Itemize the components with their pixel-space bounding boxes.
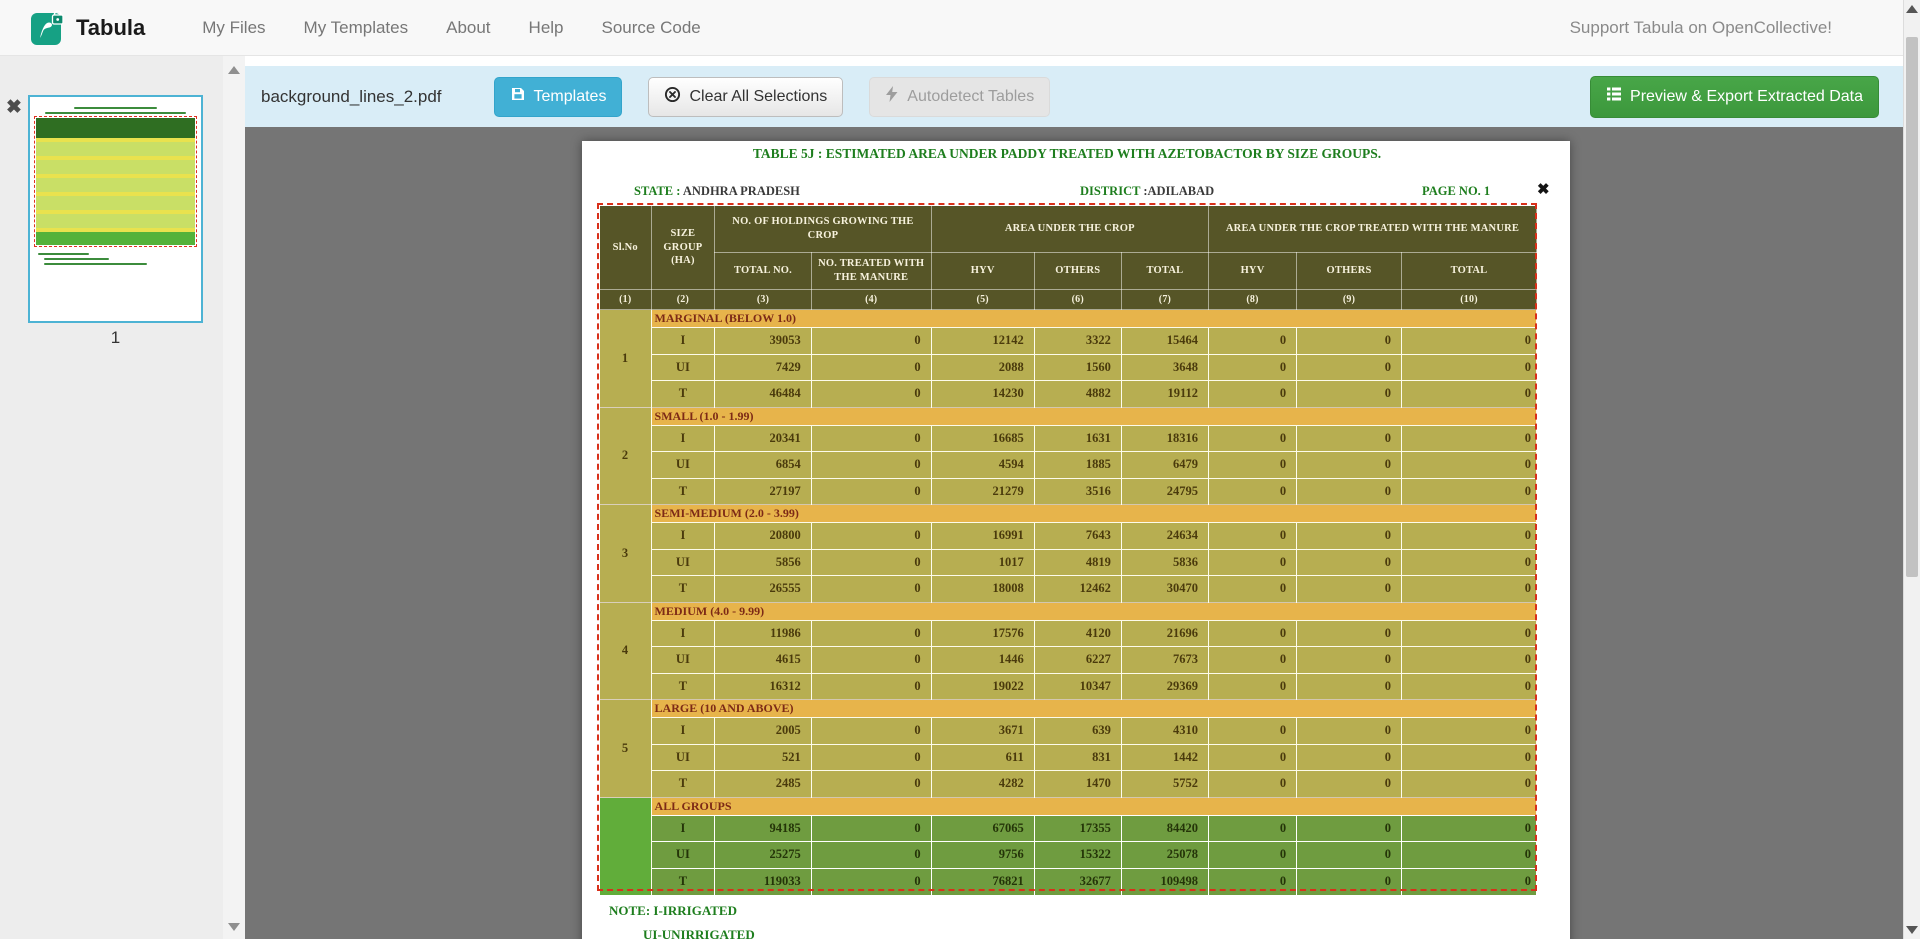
clear-all-selections-label: Clear All Selections <box>689 88 827 106</box>
clear-all-selections-button[interactable]: Clear All Selections <box>648 77 843 117</box>
page-number-label: 1 <box>28 328 203 348</box>
state-label: STATE : <box>634 184 680 198</box>
district-field: DISTRICT :ADILABAD <box>1080 184 1214 199</box>
top-navbar: Tabula My Files My Templates About Help … <box>0 0 1920 56</box>
nav-menu: My Files My Templates About Help Source … <box>183 18 719 38</box>
toolbar: background_lines_2.pdf Templates Clear A… <box>245 66 1903 127</box>
note-line-2: UI-UNIRRIGATED <box>643 923 755 939</box>
thumbnail-selection-outline <box>34 116 197 247</box>
tabula-logo-icon <box>30 9 66 47</box>
state-field: STATE : ANDHRA PRADESH <box>634 184 800 199</box>
templates-button[interactable]: Templates <box>494 77 623 117</box>
preview-export-button[interactable]: Preview & Export Extracted Data <box>1590 76 1879 118</box>
remove-selection-button[interactable]: ✖ <box>1537 183 1550 198</box>
document-title: TABLE 5J : ESTIMATED AREA UNDER PADDY TR… <box>597 146 1537 162</box>
remove-file-icon[interactable]: ✖ <box>6 96 22 119</box>
brand-title: Tabula <box>76 15 145 41</box>
state-value: ANDHRA PRADESH <box>683 184 800 198</box>
scroll-up-icon[interactable] <box>1906 5 1918 13</box>
pages-sidebar: ✖ 1 <box>0 56 223 939</box>
flash-icon <box>885 86 899 107</box>
district-value: :ADILABAD <box>1143 184 1214 198</box>
thumbnail-note-line <box>44 263 147 265</box>
thumbnail-title-line <box>45 112 185 114</box>
nav-item-about[interactable]: About <box>427 18 509 38</box>
autodetect-tables-button[interactable]: Autodetect Tables <box>869 77 1050 117</box>
nav-item-help[interactable]: Help <box>510 18 583 38</box>
scroll-up-icon[interactable] <box>228 66 240 74</box>
nav-item-my-templates[interactable]: My Templates <box>285 18 428 38</box>
page-thumbnail[interactable] <box>28 95 203 323</box>
document-viewport: TABLE 5J : ESTIMATED AREA UNDER PADDY TR… <box>245 127 1903 939</box>
remove-circle-icon <box>664 86 681 108</box>
scroll-down-icon[interactable] <box>1906 926 1918 934</box>
table-list-icon <box>1606 86 1622 107</box>
autodetect-tables-label: Autodetect Tables <box>907 88 1034 106</box>
district-label: DISTRICT <box>1080 184 1140 198</box>
note-line-1: NOTE: I-IRRIGATED <box>609 899 755 923</box>
page-thumbnail-preview <box>36 118 195 245</box>
thumbnail-note-line <box>44 258 109 260</box>
nav-item-source-code[interactable]: Source Code <box>583 18 720 38</box>
save-icon <box>510 86 526 107</box>
window-scrollbar[interactable] <box>1903 0 1920 939</box>
thumbnail-title-line <box>74 107 156 109</box>
page-no-label: PAGE NO. 1 <box>1422 184 1490 199</box>
document-meta-line: STATE : ANDHRA PRADESH DISTRICT :ADILABA… <box>582 184 1570 202</box>
main-area: background_lines_2.pdf Templates Clear A… <box>245 56 1903 939</box>
nav-item-my-files[interactable]: My Files <box>183 18 284 38</box>
scrollbar-thumb[interactable] <box>1906 37 1918 577</box>
scroll-down-icon[interactable] <box>228 923 240 931</box>
pdf-page[interactable]: TABLE 5J : ESTIMATED AREA UNDER PADDY TR… <box>582 141 1570 939</box>
document-note: NOTE: I-IRRIGATED UI-UNIRRIGATED <box>609 899 755 939</box>
pdf-filename: background_lines_2.pdf <box>261 87 442 107</box>
sidebar-scrollbar[interactable] <box>223 56 245 939</box>
thumbnail-note-line <box>38 253 89 255</box>
table-selection[interactable] <box>597 203 1537 891</box>
preview-export-label: Preview & Export Extracted Data <box>1630 88 1863 106</box>
templates-button-label: Templates <box>534 88 607 106</box>
support-link[interactable]: Support Tabula on OpenCollective! <box>1570 18 1832 38</box>
